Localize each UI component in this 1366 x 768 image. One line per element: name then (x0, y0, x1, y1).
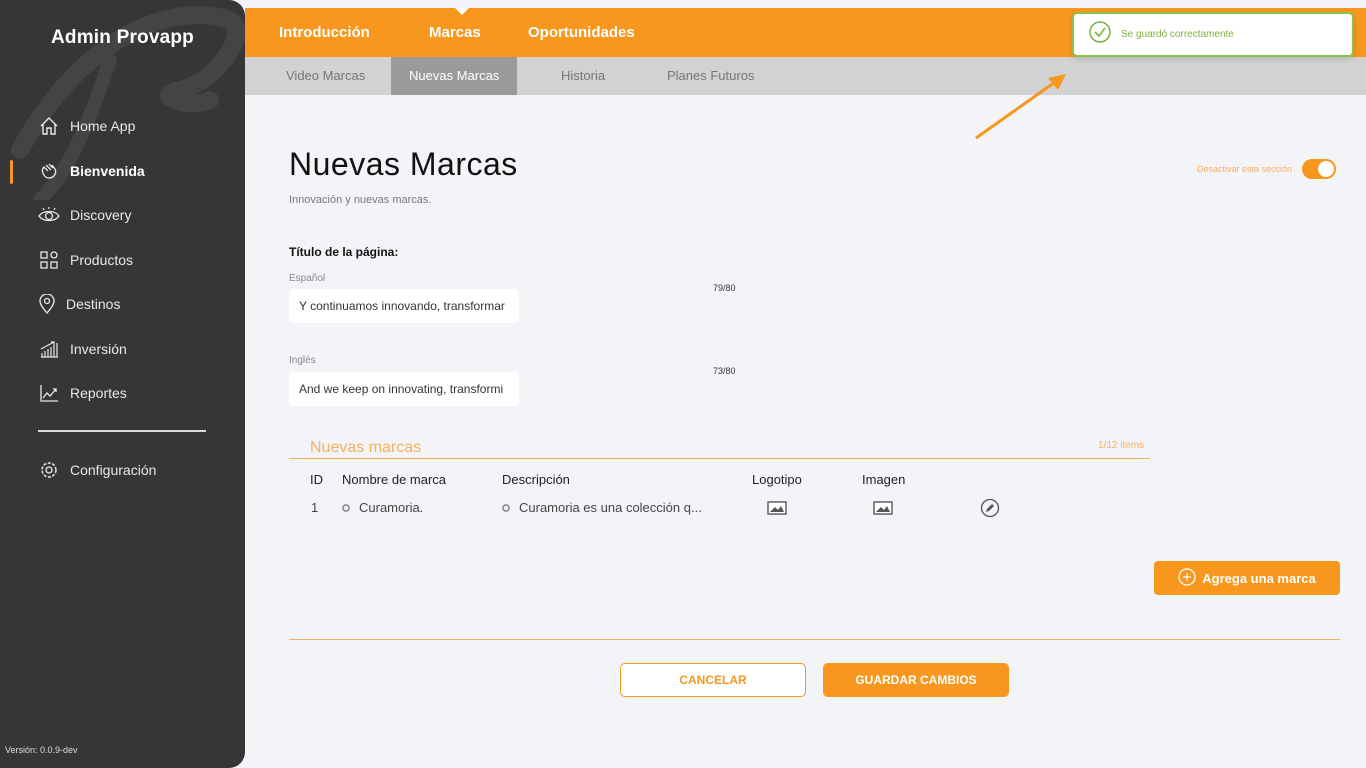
page-subtitle: Innovación y nuevas marcas. (289, 194, 432, 206)
column-header-name: Nombre de marca (342, 472, 447, 487)
english-label: Inglés (289, 355, 316, 366)
waving-hand-icon (38, 160, 60, 182)
brands-section-title: Nuevas marcas (310, 439, 422, 456)
image-picture-icon[interactable] (873, 500, 893, 521)
row-description: Curamoria es una colección q... (519, 500, 702, 515)
app-title: Admin Provapp (50, 27, 194, 48)
sidebar-item-label: Productos (70, 252, 134, 268)
sidebar-item-label: Configuración (70, 462, 157, 478)
gear-icon (38, 459, 60, 481)
page-title: Nuevas Marcas (289, 146, 518, 182)
page-title-section-label: Título de la página: (289, 245, 399, 259)
sub-navigation: Video Marcas Nuevas Marcas Historia Plan… (245, 57, 1366, 95)
sidebar-item-discovery[interactable]: Discovery (38, 202, 131, 228)
sidebar-item-home-app[interactable]: Home App (38, 113, 135, 139)
add-brand-button[interactable]: Agrega una marca (1154, 561, 1340, 595)
sidebar-item-label: Home App (70, 118, 136, 134)
home-icon (38, 115, 60, 137)
edit-pencil-icon[interactable] (980, 498, 1000, 523)
sidebar-divider (38, 430, 206, 432)
cancel-button[interactable]: CANCELAR (620, 663, 806, 697)
spanish-char-count: 79/80 (713, 283, 736, 293)
success-toast: Se guardó correctamente (1072, 12, 1354, 57)
row-description-cell: Curamoria es una colección q... (502, 500, 702, 515)
check-circle-icon (1089, 21, 1111, 48)
sidebar-item-destinos[interactable]: Destinos (38, 291, 120, 317)
english-title-input[interactable] (289, 372, 519, 406)
tab-marcas[interactable]: Marcas (429, 24, 481, 41)
add-brand-label: Agrega una marca (1202, 570, 1316, 586)
grid-shapes-icon (38, 249, 60, 271)
subtab-video-marcas[interactable]: Video Marcas (268, 57, 383, 95)
section-toggle[interactable] (1302, 159, 1337, 179)
sidebar-item-productos[interactable]: Productos (38, 247, 133, 273)
footer-divider (289, 639, 1340, 640)
eye-icon (38, 204, 60, 226)
tab-introduccion[interactable]: Introducción (279, 24, 370, 41)
section-toggle-group: Desactivar esta sección (1197, 159, 1337, 179)
sidebar-item-label: Discovery (70, 207, 132, 223)
sidebar-item-label: Bienvenida (70, 163, 145, 179)
version-label: Versión: 0.0.9-dev (5, 745, 78, 755)
active-tab-indicator (455, 8, 469, 15)
subtab-planes-futuros[interactable]: Planes Futuros (649, 57, 772, 95)
tab-oportunidades[interactable]: Oportunidades (528, 24, 635, 41)
row-id: 1 (311, 500, 319, 515)
plus-circle-icon (1178, 567, 1196, 589)
active-indicator (10, 160, 13, 184)
toggle-knob (1318, 161, 1335, 177)
spanish-label: Español (289, 273, 326, 284)
sidebar-item-inversion[interactable]: Inversión (38, 336, 127, 362)
row-name-cell: Curamoria. (342, 500, 423, 515)
toggle-label: Desactivar esta sección (1197, 164, 1293, 174)
brands-count: 1/12 items (1098, 440, 1145, 451)
toast-message: Se guardó correctamente (1121, 29, 1234, 40)
column-header-description: Descripción (502, 472, 570, 487)
sidebar-item-label: Reportes (70, 385, 127, 401)
subtab-historia[interactable]: Historia (543, 57, 623, 95)
line-chart-icon (38, 382, 60, 404)
english-char-count: 73/80 (713, 366, 736, 376)
column-header-image: Imagen (862, 472, 906, 487)
bullet-icon (502, 503, 510, 512)
row-name: Curamoria. (359, 500, 424, 515)
logo-image-icon[interactable] (767, 500, 787, 521)
sidebar-item-label: Destinos (66, 296, 121, 312)
subtab-nuevas-marcas[interactable]: Nuevas Marcas (391, 57, 518, 95)
annotation-arrow-icon (975, 74, 1066, 140)
location-pin-icon (38, 293, 56, 315)
sidebar-item-label: Inversión (70, 341, 127, 357)
sidebar-item-reportes[interactable]: Reportes (38, 380, 127, 406)
brands-divider (289, 458, 1150, 459)
bullet-icon (342, 503, 350, 512)
column-header-logo: Logotipo (752, 472, 802, 487)
bar-chart-icon (38, 338, 60, 360)
sidebar-item-configuracion[interactable]: Configuración (38, 457, 156, 483)
sidebar-item-bienvenida[interactable]: Bienvenida (38, 158, 145, 184)
column-header-id: ID (310, 472, 323, 487)
save-changes-button[interactable]: GUARDAR CAMBIOS (823, 663, 1009, 697)
sidebar: Admin Provapp Home App Bienvenida Discov… (0, 0, 245, 768)
spanish-title-input[interactable] (289, 289, 519, 323)
